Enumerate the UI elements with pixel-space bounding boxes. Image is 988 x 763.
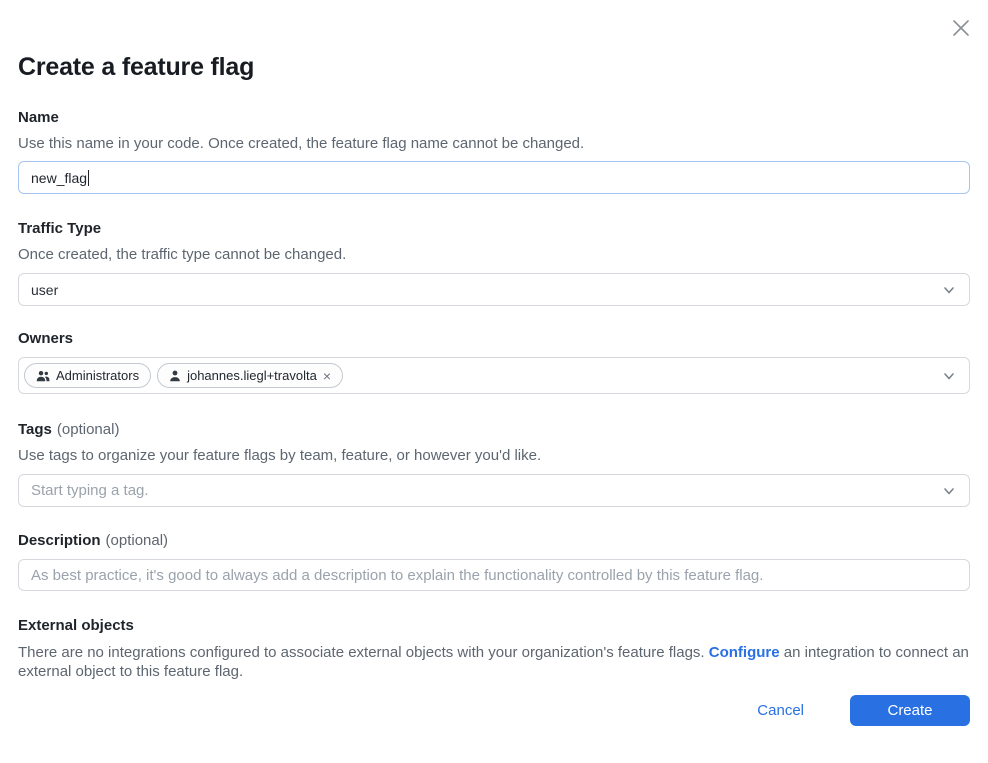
close-icon (950, 17, 972, 39)
tags-label: Tags (18, 421, 52, 438)
description-section: Description (optional) (18, 532, 970, 591)
owner-chip-user[interactable]: johannes.liegl+travolta × (157, 363, 343, 388)
page-title: Create a feature flag (18, 0, 970, 82)
cancel-button[interactable]: Cancel (757, 702, 804, 719)
owner-chip-label: johannes.liegl+travolta (187, 368, 317, 383)
description-field-shell (18, 559, 970, 591)
name-input[interactable]: new_flag (18, 161, 970, 194)
tags-helper-text: Use tags to organize your feature flags … (18, 447, 970, 464)
external-objects-section: External objects There are no integratio… (18, 617, 970, 681)
owners-section: Owners Administrators (18, 330, 970, 394)
chevron-down-icon (942, 283, 956, 297)
traffic-type-label: Traffic Type (18, 220, 101, 237)
traffic-type-section: Traffic Type Once created, the traffic t… (18, 220, 970, 306)
name-helper-text: Use this name in your code. Once created… (18, 135, 970, 152)
close-button[interactable] (949, 16, 973, 40)
text-caret (88, 170, 89, 186)
tags-input[interactable] (19, 475, 933, 506)
external-objects-label: External objects (18, 617, 134, 634)
name-input-value: new_flag (31, 170, 87, 186)
description-input[interactable] (19, 560, 969, 590)
name-label: Name (18, 109, 59, 126)
modal-footer: Cancel Create (757, 695, 970, 726)
tags-section: Tags (optional) Use tags to organize you… (18, 421, 970, 507)
description-label: Description (18, 532, 101, 549)
chevron-down-icon (942, 484, 956, 498)
name-section: Name Use this name in your code. Once cr… (18, 109, 970, 194)
person-icon (169, 370, 181, 382)
configure-link[interactable]: Configure (709, 644, 780, 661)
owner-chip-administrators[interactable]: Administrators (24, 363, 151, 388)
owner-chip-label: Administrators (56, 368, 139, 383)
tags-optional-label: (optional) (57, 421, 120, 438)
tags-combobox (18, 474, 970, 507)
owners-label: Owners (18, 330, 73, 347)
create-button[interactable]: Create (850, 695, 970, 726)
external-objects-text: There are no integrations configured to … (18, 643, 970, 681)
external-objects-text-before: There are no integrations configured to … (18, 644, 709, 661)
remove-owner-icon[interactable]: × (323, 369, 331, 383)
chevron-down-icon (942, 369, 956, 383)
owners-multiselect[interactable]: Administrators johannes.liegl+travolta × (18, 357, 970, 394)
create-feature-flag-modal: Create a feature flag Name Use this name… (0, 0, 988, 681)
group-icon (36, 370, 50, 382)
traffic-type-helper-text: Once created, the traffic type cannot be… (18, 246, 970, 263)
traffic-type-selected-value: user (31, 282, 58, 298)
traffic-type-select[interactable]: user (18, 273, 970, 306)
description-optional-label: (optional) (106, 532, 169, 549)
